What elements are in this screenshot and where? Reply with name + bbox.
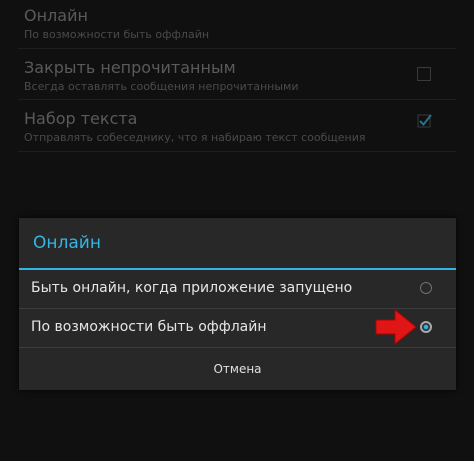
screen: Онлайн По возможности быть оффлайн Закры… bbox=[0, 0, 474, 461]
setting-close-unread-title: Закрыть непрочитанным bbox=[24, 58, 236, 77]
option-label: Быть онлайн, когда приложение запущено bbox=[31, 280, 353, 296]
radio-button-unchecked[interactable] bbox=[420, 282, 432, 294]
setting-close-unread-subtitle: Всегда оставлять сообщения непрочитанным… bbox=[24, 80, 299, 93]
setting-close-unread[interactable]: Закрыть непрочитанным Всегда оставлять с… bbox=[0, 58, 474, 110]
cancel-button[interactable]: Отмена bbox=[19, 348, 456, 390]
radio-button-checked[interactable] bbox=[420, 321, 432, 333]
setting-online-subtitle: По возможности быть оффлайн bbox=[24, 28, 210, 41]
setting-divider bbox=[18, 151, 456, 152]
setting-typing[interactable]: Набор текста Отправлять собеседнику, что… bbox=[0, 109, 474, 161]
typing-checkbox-check-mark-icon[interactable] bbox=[416, 112, 434, 130]
setting-typing-title: Набор текста bbox=[24, 109, 138, 128]
option-label: По возможности быть оффлайн bbox=[31, 319, 267, 335]
dialog-title: Онлайн bbox=[33, 233, 101, 253]
setting-online-title: Онлайн bbox=[24, 6, 88, 25]
close-unread-checkbox[interactable] bbox=[417, 67, 431, 81]
option-be-online-while-running[interactable]: Быть онлайн, когда приложение запущено bbox=[19, 270, 456, 308]
setting-divider bbox=[18, 99, 456, 100]
online-dialog: Онлайн Быть онлайн, когда приложение зап… bbox=[19, 218, 456, 390]
red-arrow-right-icon bbox=[375, 309, 417, 345]
setting-online[interactable]: Онлайн По возможности быть оффлайн bbox=[0, 6, 474, 58]
setting-divider bbox=[18, 48, 456, 49]
setting-typing-subtitle: Отправлять собеседнику, что я набираю те… bbox=[24, 131, 366, 144]
